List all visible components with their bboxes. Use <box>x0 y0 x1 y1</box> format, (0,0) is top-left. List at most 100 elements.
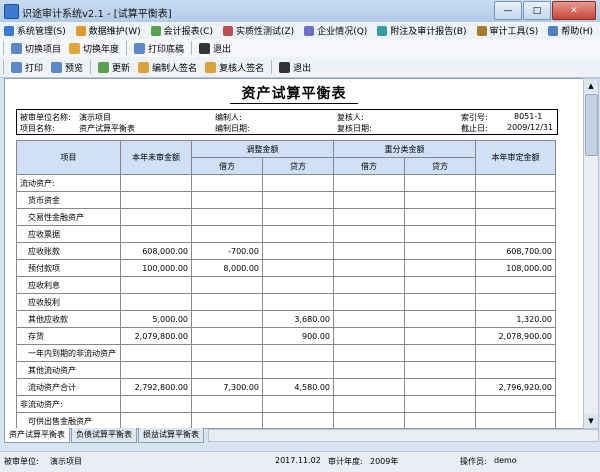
amount-cell[interactable]: 608,700.00 <box>475 242 556 260</box>
amount-cell[interactable]: -700.00 <box>191 242 263 260</box>
amount-cell[interactable] <box>333 412 405 428</box>
amount-cell[interactable] <box>191 225 263 243</box>
amount-cell[interactable]: 1,320.00 <box>475 310 556 328</box>
amount-cell[interactable] <box>404 378 476 396</box>
amount-cell[interactable]: 608,000.00 <box>120 242 192 260</box>
amount-cell[interactable]: 108,000.00 <box>475 259 556 277</box>
menu-system[interactable]: 系统管理(S) <box>0 22 70 39</box>
amount-cell[interactable] <box>262 174 334 192</box>
amount-cell[interactable] <box>333 191 405 209</box>
amount-cell[interactable] <box>475 293 556 311</box>
amount-cell[interactable] <box>404 412 476 428</box>
menu-substantive-test[interactable]: 实质性测试(Z) <box>219 22 298 39</box>
tab-income[interactable]: 损益试算平衡表 <box>138 428 204 443</box>
menu-reports[interactable]: 会计报表(C) <box>147 22 217 39</box>
amount-cell[interactable] <box>120 225 192 243</box>
amount-cell[interactable] <box>404 276 476 294</box>
row-item-cell[interactable]: 流动资产合计 <box>16 378 121 396</box>
amount-cell[interactable] <box>120 412 192 428</box>
amount-cell[interactable] <box>404 344 476 362</box>
amount-cell[interactable] <box>404 293 476 311</box>
amount-cell[interactable] <box>262 293 334 311</box>
amount-cell[interactable] <box>191 293 263 311</box>
amount-cell[interactable] <box>404 208 476 226</box>
exit-button[interactable]: 退出 <box>195 40 235 56</box>
amount-cell[interactable] <box>404 310 476 328</box>
amount-cell[interactable] <box>333 174 405 192</box>
amount-cell[interactable] <box>475 191 556 209</box>
row-item-cell[interactable]: 交易性金融资产 <box>16 208 121 226</box>
amount-cell[interactable] <box>191 412 263 428</box>
amount-cell[interactable] <box>333 310 405 328</box>
row-item-cell[interactable]: 预付款项 <box>16 259 121 277</box>
amount-cell[interactable] <box>191 395 263 413</box>
amount-cell[interactable]: 8,000.00 <box>191 259 263 277</box>
amount-cell[interactable] <box>475 412 556 428</box>
menu-tools[interactable]: 审计工具(S) <box>473 22 543 39</box>
amount-cell[interactable] <box>262 412 334 428</box>
amount-cell[interactable]: 5,000.00 <box>120 310 192 328</box>
amount-cell[interactable] <box>120 395 192 413</box>
amount-cell[interactable] <box>262 344 334 362</box>
row-item-cell[interactable]: 应收利息 <box>16 276 121 294</box>
scroll-thumb[interactable] <box>585 94 598 156</box>
amount-cell[interactable] <box>404 225 476 243</box>
amount-cell[interactable]: 2,079,800.00 <box>120 327 192 345</box>
row-item-cell[interactable]: 非流动资产: <box>16 395 121 413</box>
amount-cell[interactable] <box>262 395 334 413</box>
row-item-cell[interactable]: 其他流动资产 <box>16 361 121 379</box>
amount-cell[interactable]: 900.00 <box>262 327 334 345</box>
amount-cell[interactable]: 2,078,900.00 <box>475 327 556 345</box>
print-button[interactable]: 打印 <box>7 59 47 75</box>
amount-cell[interactable] <box>120 276 192 294</box>
row-item-cell[interactable]: 其他应收款 <box>16 310 121 328</box>
amount-cell[interactable] <box>404 327 476 345</box>
refresh-button[interactable]: 更新 <box>94 59 134 75</box>
scroll-up-icon[interactable]: ▲ <box>584 79 598 93</box>
amount-cell[interactable] <box>191 208 263 226</box>
amount-cell[interactable] <box>120 191 192 209</box>
amount-cell[interactable] <box>120 293 192 311</box>
row-item-cell[interactable]: 存货 <box>16 327 121 345</box>
amount-cell[interactable] <box>120 208 192 226</box>
amount-cell[interactable] <box>191 174 263 192</box>
vertical-scrollbar[interactable]: ▲ ▼ <box>583 78 599 429</box>
amount-cell[interactable] <box>404 361 476 379</box>
maximize-button[interactable]: □ <box>523 1 551 20</box>
amount-cell[interactable] <box>333 293 405 311</box>
menu-notes[interactable]: 附注及审计报告(B) <box>373 22 470 39</box>
amount-cell[interactable] <box>262 242 334 260</box>
amount-cell[interactable] <box>333 225 405 243</box>
amount-cell[interactable] <box>262 191 334 209</box>
amount-cell[interactable] <box>404 395 476 413</box>
amount-cell[interactable] <box>191 310 263 328</box>
horizontal-scrollbar[interactable] <box>208 429 599 442</box>
minimize-button[interactable]: — <box>494 1 522 20</box>
row-item-cell[interactable]: 可供出售金融资产 <box>16 412 121 428</box>
switch-year-button[interactable]: 切换年度 <box>65 40 123 56</box>
amount-cell[interactable] <box>191 276 263 294</box>
amount-cell[interactable]: 2,796,920.00 <box>475 378 556 396</box>
amount-cell[interactable] <box>475 174 556 192</box>
amount-cell[interactable]: 100,000.00 <box>120 259 192 277</box>
preview-button[interactable]: 预览 <box>47 59 87 75</box>
amount-cell[interactable] <box>404 259 476 277</box>
amount-cell[interactable] <box>333 327 405 345</box>
amount-cell[interactable]: 7,300.00 <box>191 378 263 396</box>
amount-cell[interactable]: 2,792,800.00 <box>120 378 192 396</box>
amount-cell[interactable] <box>333 259 405 277</box>
amount-cell[interactable] <box>404 242 476 260</box>
amount-cell[interactable] <box>120 361 192 379</box>
amount-cell[interactable] <box>475 344 556 362</box>
amount-cell[interactable] <box>120 174 192 192</box>
amount-cell[interactable] <box>475 208 556 226</box>
row-item-cell[interactable]: 应收股利 <box>16 293 121 311</box>
amount-cell[interactable] <box>333 208 405 226</box>
amount-cell[interactable] <box>404 191 476 209</box>
amount-cell[interactable] <box>262 259 334 277</box>
row-item-cell[interactable]: 流动资产: <box>16 174 121 192</box>
row-item-cell[interactable]: 应收票据 <box>16 225 121 243</box>
amount-cell[interactable] <box>333 242 405 260</box>
amount-cell[interactable]: 4,580.00 <box>262 378 334 396</box>
amount-cell[interactable] <box>262 361 334 379</box>
